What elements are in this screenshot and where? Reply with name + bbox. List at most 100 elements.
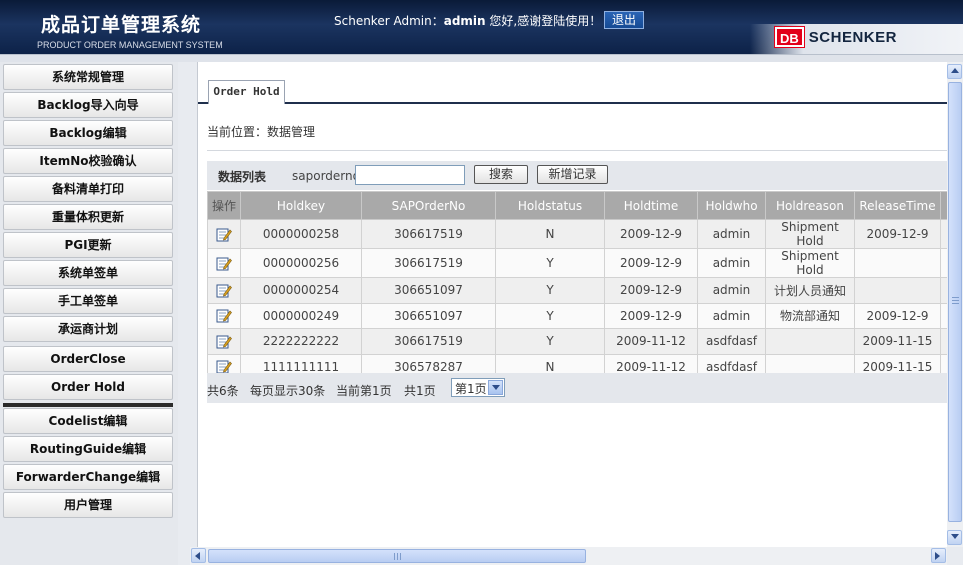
sidebar-item-backlog-edit[interactable]: Backlog编辑 (3, 120, 173, 146)
sidebar-item-system-sign[interactable]: 系统单签单 (3, 260, 173, 286)
cell-holdwho: asdfdasf (697, 328, 766, 355)
action-cell (207, 248, 241, 278)
tab-bar: Order Hold (198, 80, 948, 104)
sidebar-item-carrier-plan[interactable]: 承运商计划 (3, 316, 173, 342)
cell-holdreason: 物流部通知 (765, 302, 855, 329)
pager-current: 当前第1页 (336, 384, 392, 398)
cell-holdkey: 0000000254 (240, 277, 362, 304)
sidebar-item-itemno-verify[interactable]: ItemNo校验确认 (3, 148, 173, 174)
edit-icon[interactable] (216, 283, 232, 298)
edit-icon[interactable] (216, 256, 232, 271)
cell-holdkey: 0000000258 (240, 219, 362, 249)
scroll-right-button[interactable] (931, 548, 946, 563)
action-cell (207, 302, 241, 329)
cell-holdwho: admin (697, 248, 766, 278)
page-select-value: 第1页 (455, 382, 487, 396)
sidebar-item-routingguide-edit[interactable]: RoutingGuide编辑 (3, 436, 173, 462)
cell-holdstatus: Y (495, 248, 605, 278)
cell-holdkey: 2222222222 (240, 328, 362, 355)
sidebar-item-codelist-edit[interactable]: Codelist编辑 (3, 408, 173, 434)
add-record-button[interactable]: 新增记录 (537, 165, 608, 184)
brand-logo: DB SCHENKER (774, 26, 897, 48)
action-cell (207, 277, 241, 304)
cell-holdwho: admin (697, 277, 766, 304)
edit-icon[interactable] (216, 334, 232, 349)
page-select[interactable]: 第1页 (451, 378, 505, 397)
sidebar-item-backlog-import[interactable]: Backlog导入向导 (3, 92, 173, 118)
cell-holdstatus: N (495, 219, 605, 249)
app-subtitle: PRODUCT ORDER MANAGEMENT SYSTEM (37, 40, 223, 50)
pager: 共6条 每页显示30条 当前第1页 共1页 第1页 (207, 373, 948, 403)
cell-holdstatus: Y (495, 302, 605, 329)
action-cell (207, 219, 241, 249)
scroll-down-button[interactable] (947, 530, 962, 545)
saporderno-input[interactable] (355, 165, 465, 185)
sidebar-item-user-management[interactable]: 用户管理 (3, 492, 173, 518)
app-header: 成品订单管理系统 PRODUCT ORDER MANAGEMENT SYSTEM… (0, 0, 963, 54)
edit-icon[interactable] (216, 359, 232, 374)
edit-icon[interactable] (216, 227, 232, 242)
cell-holdtime: 2009-12-9 (604, 302, 698, 329)
cell-saporderno: 306617519 (361, 248, 496, 278)
pager-total: 共6条 (207, 384, 239, 398)
scroll-up-button[interactable] (947, 64, 962, 79)
col-header-holdtime[interactable]: Holdtime (604, 191, 698, 220)
cell-holdreason: 计划人员通知 (765, 277, 855, 304)
action-cell (207, 328, 241, 355)
cell-holdreason (765, 328, 855, 355)
col-header-holdstatus[interactable]: Holdstatus (495, 191, 605, 220)
vertical-scroll-thumb[interactable] (948, 82, 962, 522)
cell-holdwho: admin (697, 302, 766, 329)
cell-holdstatus: Y (495, 277, 605, 304)
cell-holdreason: Shipment Hold (765, 219, 855, 249)
table-row: 0000000254 306651097 Y 2009-12-9 admin 计划人员通知 (207, 277, 956, 304)
edit-icon[interactable] (216, 308, 232, 323)
col-header-holdwho[interactable]: Holdwho (697, 191, 766, 220)
user-suffix: 您好,感谢登陆使用！ (485, 14, 602, 28)
horizontal-scroll-thumb[interactable] (208, 549, 586, 563)
vertical-scrollbar[interactable] (947, 62, 963, 547)
sidebar-item-orderclose[interactable]: OrderClose (3, 346, 173, 372)
main-panel: Order Hold 当前位置：数据管理 数据列表 saporderno: 搜索… (197, 62, 956, 547)
app-title: 成品订单管理系统 (41, 14, 202, 36)
sidebar: 系统常规管理 Backlog导入向导 Backlog编辑 ItemNo校验确认 … (0, 62, 178, 565)
scroll-left-button[interactable] (191, 548, 206, 563)
col-header-saporderno[interactable]: SAPOrderNo (361, 191, 496, 220)
cell-releasetime: 2009-12-9 (854, 302, 941, 329)
cell-holdtime: 2009-12-9 (604, 277, 698, 304)
logout-button[interactable]: 退出 (604, 11, 644, 29)
cell-holdkey: 0000000256 (240, 248, 362, 278)
list-title: 数据列表 (218, 170, 267, 184)
user-name: admin (443, 14, 486, 28)
breadcrumb: 当前位置：数据管理 (207, 125, 316, 139)
header-subbar (0, 54, 963, 62)
sidebar-item-weight-volume-update[interactable]: 重量体积更新 (3, 204, 173, 230)
col-header-holdreason[interactable]: Holdreason (765, 191, 855, 220)
user-greeting: Schenker Admin：admin 您好,感谢登陆使用！ (334, 12, 601, 29)
user-prefix: Schenker Admin： (334, 14, 444, 28)
table-row: 2222222222 306617519 Y 2009-11-12 asdfdasf 20… (207, 328, 956, 355)
sidebar-item-pgi-update[interactable]: PGI更新 (3, 232, 173, 258)
sidebar-item-order-hold[interactable]: Order Hold (3, 374, 173, 400)
tab-order-hold[interactable]: Order Hold (208, 80, 285, 104)
sidebar-item-material-list-print[interactable]: 备料清单打印 (3, 176, 173, 202)
sidebar-item-system-settings[interactable]: 系统常规管理 (3, 64, 173, 90)
table-header-row: 操作 Holdkey SAPOrderNo Holdstatus Holdtim… (207, 191, 956, 220)
chevron-down-icon[interactable] (488, 380, 503, 395)
col-header-action: 操作 (207, 191, 241, 220)
pager-per-page: 每页显示30条 (250, 384, 326, 398)
sidebar-item-forwarderchange-edit[interactable]: ForwarderChange编辑 (3, 464, 173, 490)
cell-holdwho: admin (697, 219, 766, 249)
col-header-holdkey[interactable]: Holdkey (240, 191, 362, 220)
order-hold-table: 操作 Holdkey SAPOrderNo Holdstatus Holdtim… (207, 191, 956, 380)
sidebar-item-manual-sign[interactable]: 手工单签单 (3, 288, 173, 314)
cell-releasetime: 2009-11-15 (854, 328, 941, 355)
col-header-releasetime[interactable]: ReleaseTime (854, 191, 941, 220)
cell-saporderno: 306651097 (361, 302, 496, 329)
cell-holdreason: Shipment Hold (765, 248, 855, 278)
search-button[interactable]: 搜索 (474, 165, 528, 184)
sidebar-divider (3, 403, 173, 407)
cell-releasetime: 2009-12-9 (854, 219, 941, 249)
horizontal-scrollbar[interactable] (190, 547, 947, 565)
cell-holdstatus: Y (495, 328, 605, 355)
